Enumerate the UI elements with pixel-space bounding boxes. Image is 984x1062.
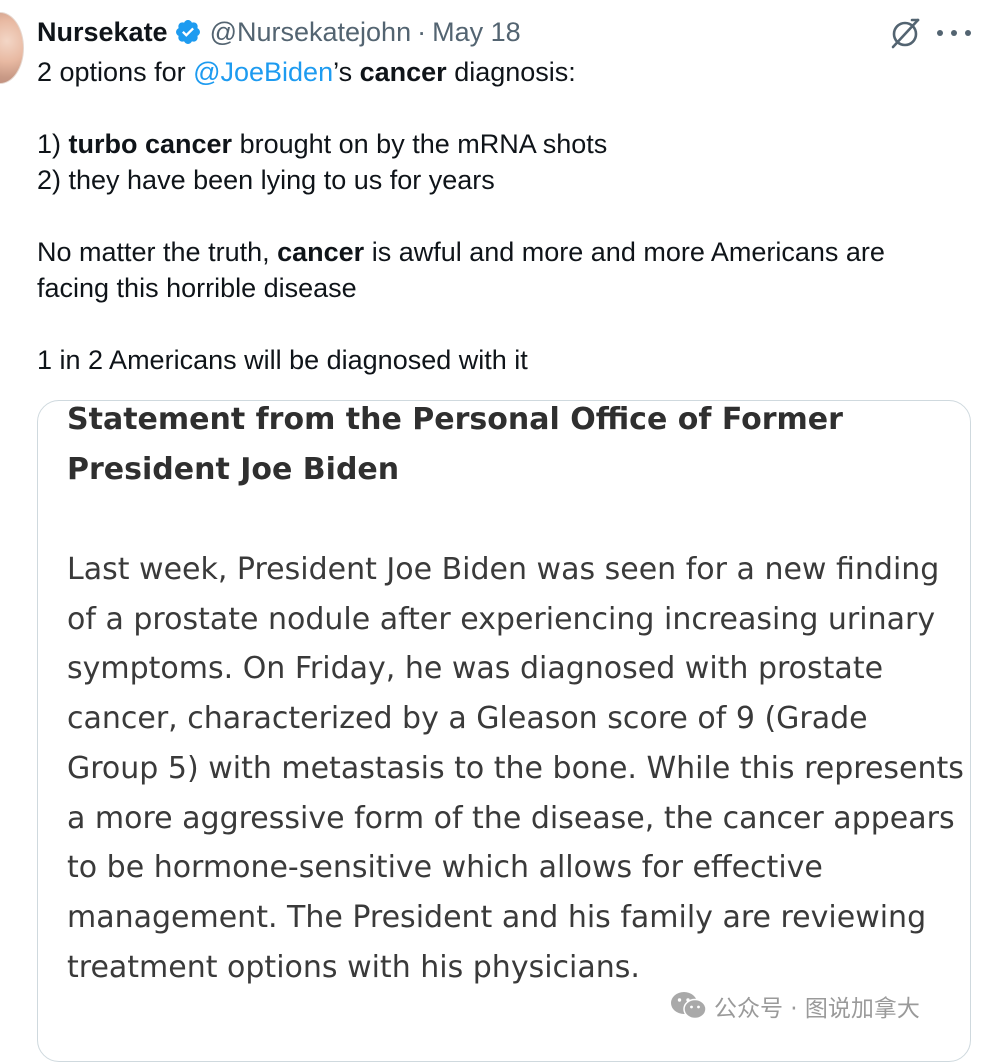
- tweet-date[interactable]: May 18: [432, 17, 521, 48]
- watermark: 公众号 · 图说加拿大: [670, 988, 920, 1024]
- more-options-icon[interactable]: [937, 18, 971, 48]
- tweet-header: Nursekate @Nursekatejohn · May 18: [37, 14, 521, 50]
- statement-body: Last week, President Joe Biden was seen …: [67, 552, 964, 985]
- author-handle[interactable]: @Nursekatejohn: [210, 17, 412, 48]
- tweet-line-3: 2) they have been lying to us for years: [37, 165, 495, 195]
- mention-link[interactable]: @JoeBiden: [193, 57, 333, 87]
- avatar[interactable]: [0, 12, 24, 84]
- tweet-text: 2 options for @JoeBiden’s cancer diagnos…: [37, 54, 957, 378]
- separator-dot: ·: [417, 16, 427, 47]
- tweet-line-5: 1 in 2 Americans will be diagnosed with …: [37, 345, 528, 375]
- tweet-line-4: No matter the truth, cancer is awful and…: [37, 237, 885, 303]
- tweet-line-2: 1) turbo cancer brought on by the mRNA s…: [37, 129, 608, 159]
- verified-badge-icon: [175, 20, 200, 44]
- media-attachment[interactable]: Statement from the Personal Office of Fo…: [37, 400, 971, 1062]
- tweet-line-1: 2 options for @JoeBiden’s cancer diagnos…: [37, 57, 576, 87]
- statement-title: Statement from the Personal Office of Fo…: [67, 402, 843, 487]
- watermark-text: 公众号 · 图说加拿大: [714, 996, 920, 1022]
- grok-icon[interactable]: [888, 16, 922, 50]
- author-name[interactable]: Nursekate: [37, 17, 168, 48]
- wechat-icon: [671, 992, 707, 1020]
